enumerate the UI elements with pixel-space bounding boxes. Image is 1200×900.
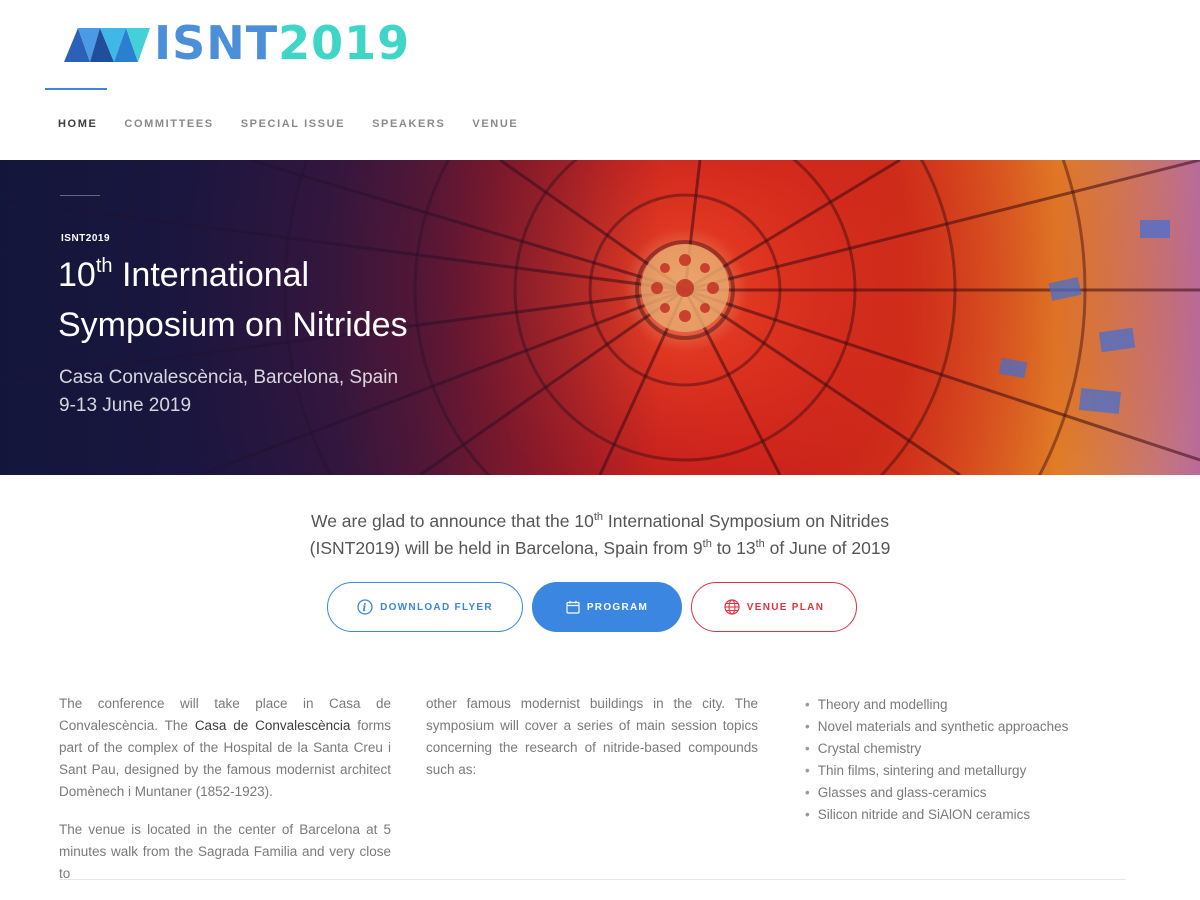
nav-item-speakers[interactable]: SPEAKERS (372, 118, 445, 130)
main-nav: HOME COMMITTEES SPECIAL ISSUE SPEAKERS V… (58, 118, 545, 130)
body-column-1: The conference will take place in Casa d… (59, 693, 391, 885)
nav-active-indicator (45, 88, 107, 90)
download-flyer-button[interactable]: i DOWNLOAD FLYER (327, 582, 523, 632)
nav-item-special-issue[interactable]: SPECIAL ISSUE (241, 118, 345, 130)
list-item: Theory and modelling (805, 694, 1068, 716)
program-button[interactable]: PROGRAM (532, 582, 682, 632)
list-item: Thin films, sintering and metallurgy (805, 760, 1068, 782)
info-icon: i (357, 599, 373, 615)
list-item: Glasses and glass-ceramics (805, 782, 1068, 804)
nav-item-venue[interactable]: VENUE (472, 118, 518, 130)
section-divider (59, 879, 1126, 880)
hero-banner: ISNT2019 10th International Symposium on… (0, 160, 1200, 475)
venue-plan-button[interactable]: VENUE PLAN (691, 582, 857, 632)
action-buttons: i DOWNLOAD FLYER PROGRAM VENUE PLAN (0, 582, 1200, 632)
intro-announcement: We are glad to announce that the 10th In… (309, 511, 891, 558)
nav-item-home[interactable]: HOME (58, 118, 97, 130)
hero-tag: ISNT2019 (61, 233, 111, 244)
site-logo[interactable]: ISNT2019 (64, 16, 411, 70)
hero-title: 10th International Symposium on Nitrides (58, 255, 408, 344)
hero-dates: 9-13 June 2019 (59, 395, 192, 416)
svg-text:i: i (363, 603, 368, 614)
list-item: Novel materials and synthetic approaches (805, 716, 1069, 738)
logo-text: ISNT2019 (154, 16, 411, 70)
venue-paragraph-1: The conference will take place in Casa d… (59, 696, 391, 799)
list-item: Silicon nitride and SiAlON ceramics (805, 804, 1068, 826)
calendar-icon (566, 600, 580, 614)
list-item: Crystal chemistry (805, 738, 1068, 760)
site-header: ISNT2019 HOME COMMITTEES SPECIAL ISSUE S… (0, 0, 1200, 160)
hero-divider (60, 195, 100, 196)
body-column-2: other famous modernist buildings in the … (426, 693, 758, 781)
venue-name: Casa de Convalescència (194, 718, 351, 733)
session-topics-list: Theory and modelling Novel materials and… (805, 694, 1069, 826)
globe-icon (724, 599, 740, 615)
venue-paragraph-2: The venue is located in the center of Ba… (59, 822, 391, 881)
nav-item-committees[interactable]: COMMITTEES (124, 118, 213, 130)
hero-location: Casa Convalescència, Barcelona, Spain (59, 367, 399, 388)
logo-mark-icon (64, 28, 150, 62)
hero-subtitle: Casa Convalescència, Barcelona, Spain 9-… (59, 364, 398, 420)
topics-intro-paragraph: other famous modernist buildings in the … (426, 696, 758, 777)
